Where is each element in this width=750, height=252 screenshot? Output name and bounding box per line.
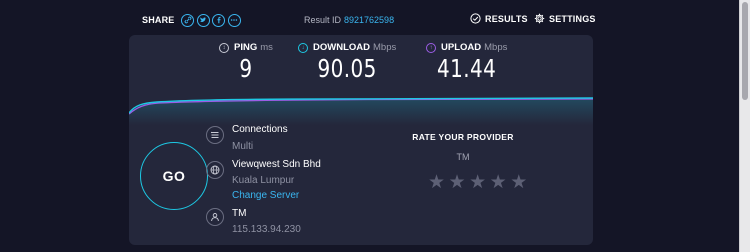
server-name: Viewqwest Sdn Bhd [232,159,321,170]
settings-button[interactable]: SETTINGS [534,13,596,24]
server-location: Kuala Lumpur [232,175,295,186]
page-scrollbar[interactable] [739,0,750,252]
download-arrow-icon: ↓ [298,42,308,53]
results-button[interactable]: RESULTS [470,13,528,24]
facebook-icon[interactable] [212,13,226,27]
speedtest-result-card: ↕ PING ms 9 ↓ DOWNLOAD Mbps 90.05 ↑ UPLO… [129,35,593,245]
more-icon[interactable] [227,13,241,27]
star-3-icon[interactable]: ★ [469,173,486,193]
result-id-link[interactable]: 8921762598 [344,15,394,25]
result-toolbar: SHARE Result ID 8921762598 RESULTS SETTIN… [142,10,595,30]
ping-unit: ms [260,42,273,53]
results-label: RESULTS [485,13,528,24]
download-metric: ↓ DOWNLOAD Mbps 90.05 [298,42,396,83]
star-2-icon[interactable]: ★ [449,173,466,193]
download-unit: Mbps [373,42,397,53]
rate-provider-title: RATE YOUR PROVIDER [412,132,514,142]
gear-icon [534,13,545,24]
ping-metric: ↕ PING ms 9 [219,42,273,83]
star-4-icon[interactable]: ★ [490,173,507,193]
check-circle-icon [470,13,481,24]
star-5-icon[interactable]: ★ [510,173,527,193]
connections-icon [206,126,224,144]
ping-icon: ↕ [219,42,229,53]
upload-unit: Mbps [484,42,508,53]
twitter-icon[interactable] [196,13,210,27]
settings-label: SETTINGS [549,13,596,24]
download-value: 90.05 [317,54,377,83]
upload-arrow-icon: ↑ [426,42,436,53]
globe-icon [206,161,224,179]
ping-label: PING [234,42,258,53]
download-label: DOWNLOAD [313,42,370,53]
provider-name: TM [232,208,247,219]
rating-stars: ★ ★ ★ ★ ★ [428,173,531,193]
change-server-link[interactable]: Change Server [232,190,299,201]
connections-value: Multi [232,141,254,152]
go-button[interactable]: GO [140,142,208,210]
result-id: Result ID 8921762598 [304,15,394,25]
ping-value: 9 [239,54,253,83]
result-id-label: Result ID [304,15,342,25]
connections-label: Connections [232,124,288,135]
share-label: SHARE [142,15,175,25]
upload-metric: ↑ UPLOAD Mbps 41.44 [426,42,507,83]
rate-provider-name: TM [456,152,470,162]
link-icon[interactable] [181,13,195,27]
user-icon [206,208,224,226]
share-group: SHARE [142,10,241,30]
provider-ip: 115.133.94.230 [232,224,301,235]
upload-value: 41.44 [437,54,497,83]
upload-label: UPLOAD [441,42,482,53]
scrollbar-thumb[interactable] [742,2,748,100]
star-1-icon[interactable]: ★ [428,173,445,193]
speed-graph [129,97,593,125]
